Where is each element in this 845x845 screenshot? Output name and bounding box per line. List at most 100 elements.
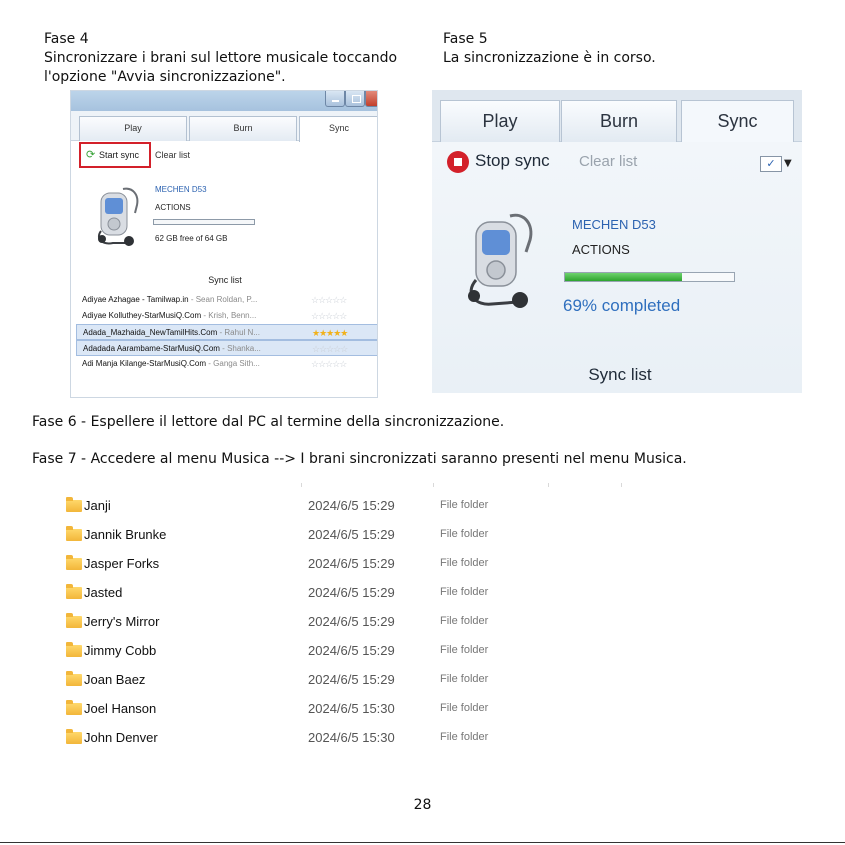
sync-list-item-selected[interactable]: Adada_Mazhaida_NewTamilHits.Com - Rahul …	[76, 324, 377, 341]
minimize-button[interactable]	[325, 91, 345, 107]
storage-bar	[153, 219, 255, 225]
folder-type: File folder	[440, 615, 489, 627]
stop-sync-button[interactable]: Stop sync	[475, 151, 550, 171]
progress-text: 69% completed	[563, 296, 681, 315]
folder-icon	[66, 729, 82, 744]
rating-stars[interactable]: ☆☆☆☆☆	[311, 308, 347, 324]
folder-type: File folder	[440, 644, 489, 656]
checkbox-icon[interactable]: ✓	[760, 156, 782, 172]
start-sync-button[interactable]: ⟳ Start sync	[79, 142, 151, 168]
folder-row[interactable]: Janji 2024/6/5 15:29 File folder	[66, 492, 586, 521]
fase4-heading: Fase 4	[44, 31, 89, 47]
sync-list-title: Sync list	[208, 275, 242, 285]
folder-icon	[66, 671, 82, 686]
tab-play[interactable]: Play	[440, 100, 560, 142]
folder-type: File folder	[440, 673, 489, 685]
folder-date: 2024/6/5 15:29	[308, 498, 395, 513]
column-divider	[621, 483, 622, 487]
music-player-icon	[97, 187, 139, 246]
sync-list-item[interactable]: Adi Manja Kilange-StarMusiQ.Com - Ganga …	[76, 356, 377, 372]
folder-date: 2024/6/5 15:29	[308, 556, 395, 571]
column-divider	[433, 483, 434, 487]
fase6-text: Fase 6 - Espellere il lettore dal PC al …	[32, 414, 505, 430]
folder-date: 2024/6/5 15:30	[308, 730, 395, 745]
stop-icon[interactable]	[447, 151, 469, 173]
song-title: Adiyae Kolluthey-StarMusiQ.Com	[82, 311, 202, 320]
folder-name: Joel Hanson	[84, 701, 157, 716]
folder-type: File folder	[440, 702, 489, 714]
folder-row[interactable]: John Denver 2024/6/5 15:30 File folder	[66, 724, 586, 753]
music-player-icon	[468, 213, 533, 308]
window-titlebar	[71, 91, 377, 111]
clear-list-button[interactable]: Clear list	[579, 153, 637, 170]
tab-bar: Play Burn Sync	[432, 90, 802, 143]
clear-list-button[interactable]: Clear list	[155, 150, 190, 160]
chevron-down-icon[interactable]: ▼	[784, 158, 792, 169]
folder-name: Janji	[84, 498, 111, 513]
rating-stars[interactable]: ☆☆☆☆☆	[312, 341, 348, 357]
folder-icon	[66, 642, 82, 657]
folder-icon	[66, 584, 82, 599]
folder-row[interactable]: Jasted 2024/6/5 15:29 File folder	[66, 579, 586, 608]
sync-progress-bar	[564, 272, 735, 282]
rating-stars[interactable]: ☆☆☆☆☆	[311, 292, 347, 308]
folder-row[interactable]: Jerry's Mirror 2024/6/5 15:29 File folde…	[66, 608, 586, 637]
song-artist: - Shanka...	[219, 344, 261, 353]
rating-stars[interactable]: ★★★★★	[312, 325, 348, 341]
sync-screenshot-start: Play Burn Sync ⟳ Start sync Clear list M…	[70, 90, 378, 398]
folder-row[interactable]: Jimmy Cobb 2024/6/5 15:29 File folder	[66, 637, 586, 666]
folder-name: Jerry's Mirror	[84, 614, 160, 629]
tab-sync[interactable]: Sync	[681, 100, 794, 143]
fase5-text: La sincronizzazione è in corso.	[443, 50, 656, 66]
column-divider	[301, 483, 302, 487]
tab-play[interactable]: Play	[79, 116, 187, 141]
folder-row[interactable]: Joel Hanson 2024/6/5 15:30 File folder	[66, 695, 586, 724]
folder-type: File folder	[440, 557, 489, 569]
fase4-text-line2: l'opzione "Avvia sincronizzazione".	[44, 69, 286, 85]
sync-list-item[interactable]: Adiyae Kolluthey-StarMusiQ.Com - Krish, …	[76, 308, 377, 324]
song-artist: - Rahul N...	[217, 328, 260, 337]
column-divider	[548, 483, 549, 487]
song-artist: - Ganga Sith...	[206, 359, 260, 368]
maximize-button[interactable]	[345, 91, 365, 107]
folder-date: 2024/6/5 15:29	[308, 527, 395, 542]
folder-date: 2024/6/5 15:29	[308, 672, 395, 687]
folder-icon	[66, 555, 82, 570]
sync-icon: ⟳	[86, 149, 96, 161]
folder-row[interactable]: Jannik Brunke 2024/6/5 15:29 File folder	[66, 521, 586, 550]
device-manufacturer: ACTIONS	[572, 242, 630, 257]
sync-list-item[interactable]: Adiyae Azhagae - Tamilwap.in - Sean Rold…	[76, 292, 377, 308]
folder-icon	[66, 497, 82, 512]
song-title: Adiyae Azhagae - Tamilwap.in	[82, 295, 189, 304]
folder-icon	[66, 526, 82, 541]
folder-icon	[66, 613, 82, 628]
folder-type: File folder	[440, 499, 489, 511]
folder-type: File folder	[440, 586, 489, 598]
song-artist: - Sean Roldan, P...	[188, 295, 258, 304]
folder-type: File folder	[440, 528, 489, 540]
song-title: Adi Manja Kilange-StarMusiQ.Com	[82, 359, 207, 368]
song-title: Adadada Aarambame-StarMusiQ.Com	[83, 344, 220, 353]
song-title: Adada_Mazhaida_NewTamilHits.Com	[83, 328, 218, 337]
folder-name: Jasper Forks	[84, 556, 160, 571]
folder-row[interactable]: Joan Baez 2024/6/5 15:29 File folder	[66, 666, 586, 695]
tab-burn[interactable]: Burn	[189, 116, 297, 141]
sync-list-item-selected[interactable]: Adadada Aarambame-StarMusiQ.Com - Shanka…	[76, 340, 377, 357]
folder-type: File folder	[440, 731, 489, 743]
storage-text: 62 GB free of 64 GB	[155, 234, 228, 243]
folder-date: 2024/6/5 15:30	[308, 701, 395, 716]
folder-name: Joan Baez	[84, 672, 146, 687]
close-button[interactable]	[365, 91, 377, 107]
fase5-heading: Fase 5	[443, 31, 488, 47]
folder-name: Jannik Brunke	[84, 527, 167, 542]
song-artist: - Krish, Benn...	[201, 311, 257, 320]
folder-date: 2024/6/5 15:29	[308, 614, 395, 629]
rating-stars[interactable]: ☆☆☆☆☆	[311, 356, 347, 372]
tab-sync[interactable]: Sync	[299, 116, 377, 142]
folder-name: John Denver	[84, 730, 158, 745]
folder-row[interactable]: Jasper Forks 2024/6/5 15:29 File folder	[66, 550, 586, 579]
tab-burn[interactable]: Burn	[561, 100, 677, 142]
device-manufacturer: ACTIONS	[155, 203, 191, 212]
folder-icon	[66, 700, 82, 715]
tab-bar: Play Burn Sync	[71, 111, 377, 142]
